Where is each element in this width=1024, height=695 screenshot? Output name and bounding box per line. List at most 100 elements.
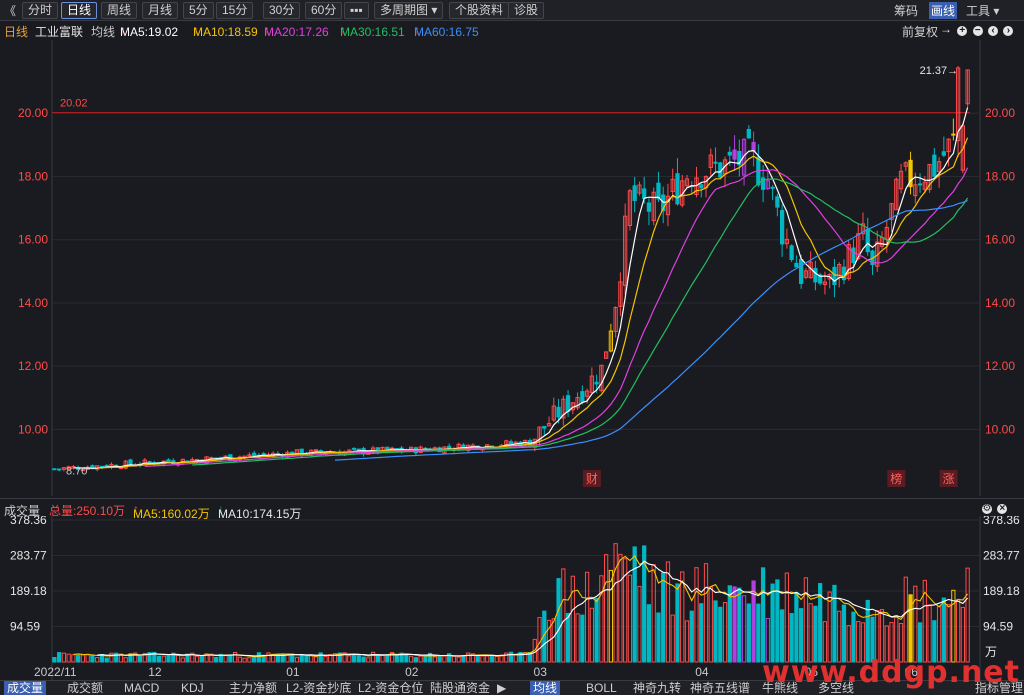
event-marker-text: 财 <box>586 472 598 486</box>
overlay-tab[interactable]: 神奇九转 <box>633 681 681 695</box>
volume-bar <box>841 604 847 663</box>
candle-body <box>642 188 647 199</box>
volume-y-tick-right: 189.18 <box>983 584 1020 598</box>
ma5-line <box>73 107 969 469</box>
zoom-out-icon[interactable]: − <box>972 26 983 36</box>
back-button[interactable]: 《 <box>4 2 16 19</box>
candle-body <box>699 184 704 189</box>
volume-bar <box>237 656 243 663</box>
y-tick-label-left: 14.00 <box>18 296 48 310</box>
toolbar-item[interactable]: 分时 <box>22 2 59 19</box>
overlay-tab[interactable]: 神奇五线谱 <box>690 681 750 695</box>
volume-ma10: MA10:174.15万 ↓ <box>218 502 301 521</box>
toolbar-item[interactable]: 60分 <box>305 2 343 19</box>
toolbar-right-item[interactable]: 筹码 <box>894 2 918 19</box>
overlay-tab[interactable]: 均线 <box>530 681 561 695</box>
volume-bar <box>570 575 575 663</box>
toolbar-right-item[interactable]: 画线 <box>929 2 958 19</box>
volume-bar <box>941 597 946 663</box>
volume-bar <box>684 620 690 663</box>
ma20-value: MA20:17.26 ↑ <box>264 23 329 39</box>
candle-body <box>580 391 585 403</box>
ma20-text: MA20:17.26 <box>264 25 329 39</box>
volume-bar <box>665 561 671 663</box>
indicator-tab[interactable]: 成交量 <box>4 681 47 695</box>
toolbar-item[interactable]: 日线 <box>61 2 98 19</box>
volume-bar <box>180 657 185 663</box>
toolbar-item[interactable]: 多周期图 ▾ <box>374 2 444 19</box>
toolbar-item[interactable]: 15分 <box>216 2 254 19</box>
event-marker-text: 涨 <box>943 471 955 486</box>
volume-bar <box>489 654 495 663</box>
volume-bar <box>76 654 81 663</box>
candle-body <box>746 128 751 139</box>
volume-y-tick-right: 94.59 <box>983 620 1013 634</box>
toolbar-right-item[interactable]: 工具 ▾ <box>966 2 999 19</box>
toolbar-item[interactable]: 周线 <box>101 2 138 19</box>
candle-body <box>508 441 514 445</box>
volume-bar <box>451 655 457 663</box>
volume-y-tick-right: 378.36 <box>983 516 1020 527</box>
close-icon[interactable]: × <box>997 504 1008 514</box>
volume-bar <box>466 652 471 663</box>
volume-bar <box>656 612 661 663</box>
volume-bar <box>57 652 62 663</box>
stock-name[interactable]: 工业富联 <box>35 23 83 40</box>
y-tick-label-left: 10.00 <box>18 422 48 436</box>
volume-bar <box>347 655 352 663</box>
toolbar-item[interactable]: 诊股 <box>508 2 545 19</box>
toolbar-item[interactable]: ▪▪▪ <box>344 2 369 19</box>
indicator-tab[interactable]: L2-资金仓位 <box>358 681 423 695</box>
candle-body <box>789 245 794 261</box>
overlay-tab[interactable]: BOLL <box>586 681 617 695</box>
indicator-tab[interactable]: L2-资金抄底 <box>286 681 351 695</box>
event-marker-text: 榜 <box>890 471 902 486</box>
fq-selector[interactable]: 前复权 <box>902 23 938 40</box>
volume-bar <box>955 598 961 663</box>
zoom-in-icon[interactable]: + <box>957 26 968 36</box>
volume-bar <box>770 583 775 663</box>
ma20-line <box>144 167 969 467</box>
volume-bar <box>741 595 747 663</box>
toolbar-item[interactable]: 30分 <box>263 2 301 19</box>
min-price-label: 8.70 <box>66 466 87 478</box>
indicator-tab[interactable]: 成交额 <box>67 681 103 695</box>
tabs-next-button[interactable]: ▶ <box>497 681 506 695</box>
volume-bar <box>461 655 466 663</box>
candle-body <box>813 267 818 283</box>
settings-icon[interactable]: ⚙ <box>982 504 992 514</box>
volume-y-tick-left: 94.59 <box>10 620 40 634</box>
candle-body <box>941 151 946 156</box>
y-tick-label-left: 12.00 <box>18 359 48 373</box>
candle-body <box>632 185 637 202</box>
candle-body <box>932 154 937 177</box>
ma5-value: MA5:19.02 ↑ <box>120 23 178 39</box>
indicator-tab[interactable]: 陆股通资金 <box>430 681 490 695</box>
indicator-tab[interactable]: 主力净额 <box>229 681 277 695</box>
ma-indicator-label[interactable]: 均线 <box>91 23 115 40</box>
volume-bar <box>618 553 623 663</box>
volume-bar <box>294 656 300 663</box>
volume-bar <box>228 654 233 663</box>
toolbar-item[interactable]: 5分 <box>183 2 214 19</box>
volume-bar <box>737 587 742 663</box>
candle-body <box>252 452 257 457</box>
toolbar-item[interactable]: 个股资料 <box>449 2 510 19</box>
indicator-tab[interactable]: MACD <box>124 681 159 695</box>
y-tick-label-right: 20.00 <box>985 106 1015 120</box>
indicator-tab[interactable]: KDJ <box>181 681 204 695</box>
arrow-right-icon[interactable]: → <box>940 22 952 36</box>
volume-bar <box>718 606 723 663</box>
scroll-right-icon[interactable]: › <box>1003 26 1014 36</box>
scroll-left-icon[interactable]: ‹ <box>988 26 999 36</box>
toolbar-item[interactable]: 月线 <box>142 2 179 19</box>
period-label: 日线 <box>4 25 29 39</box>
x-axis-label: 01 <box>286 665 300 679</box>
y-tick-label-left: 18.00 <box>18 169 48 183</box>
volume-bar <box>66 653 71 663</box>
candle-body <box>794 262 799 268</box>
volume-bar <box>266 652 271 663</box>
volume-bar <box>589 607 594 663</box>
candlestick-chart[interactable]: 20.00 20.00 18.00 18.00 16.00 16.00 14.00 14.00… <box>0 40 1024 496</box>
volume-bar <box>670 614 675 663</box>
